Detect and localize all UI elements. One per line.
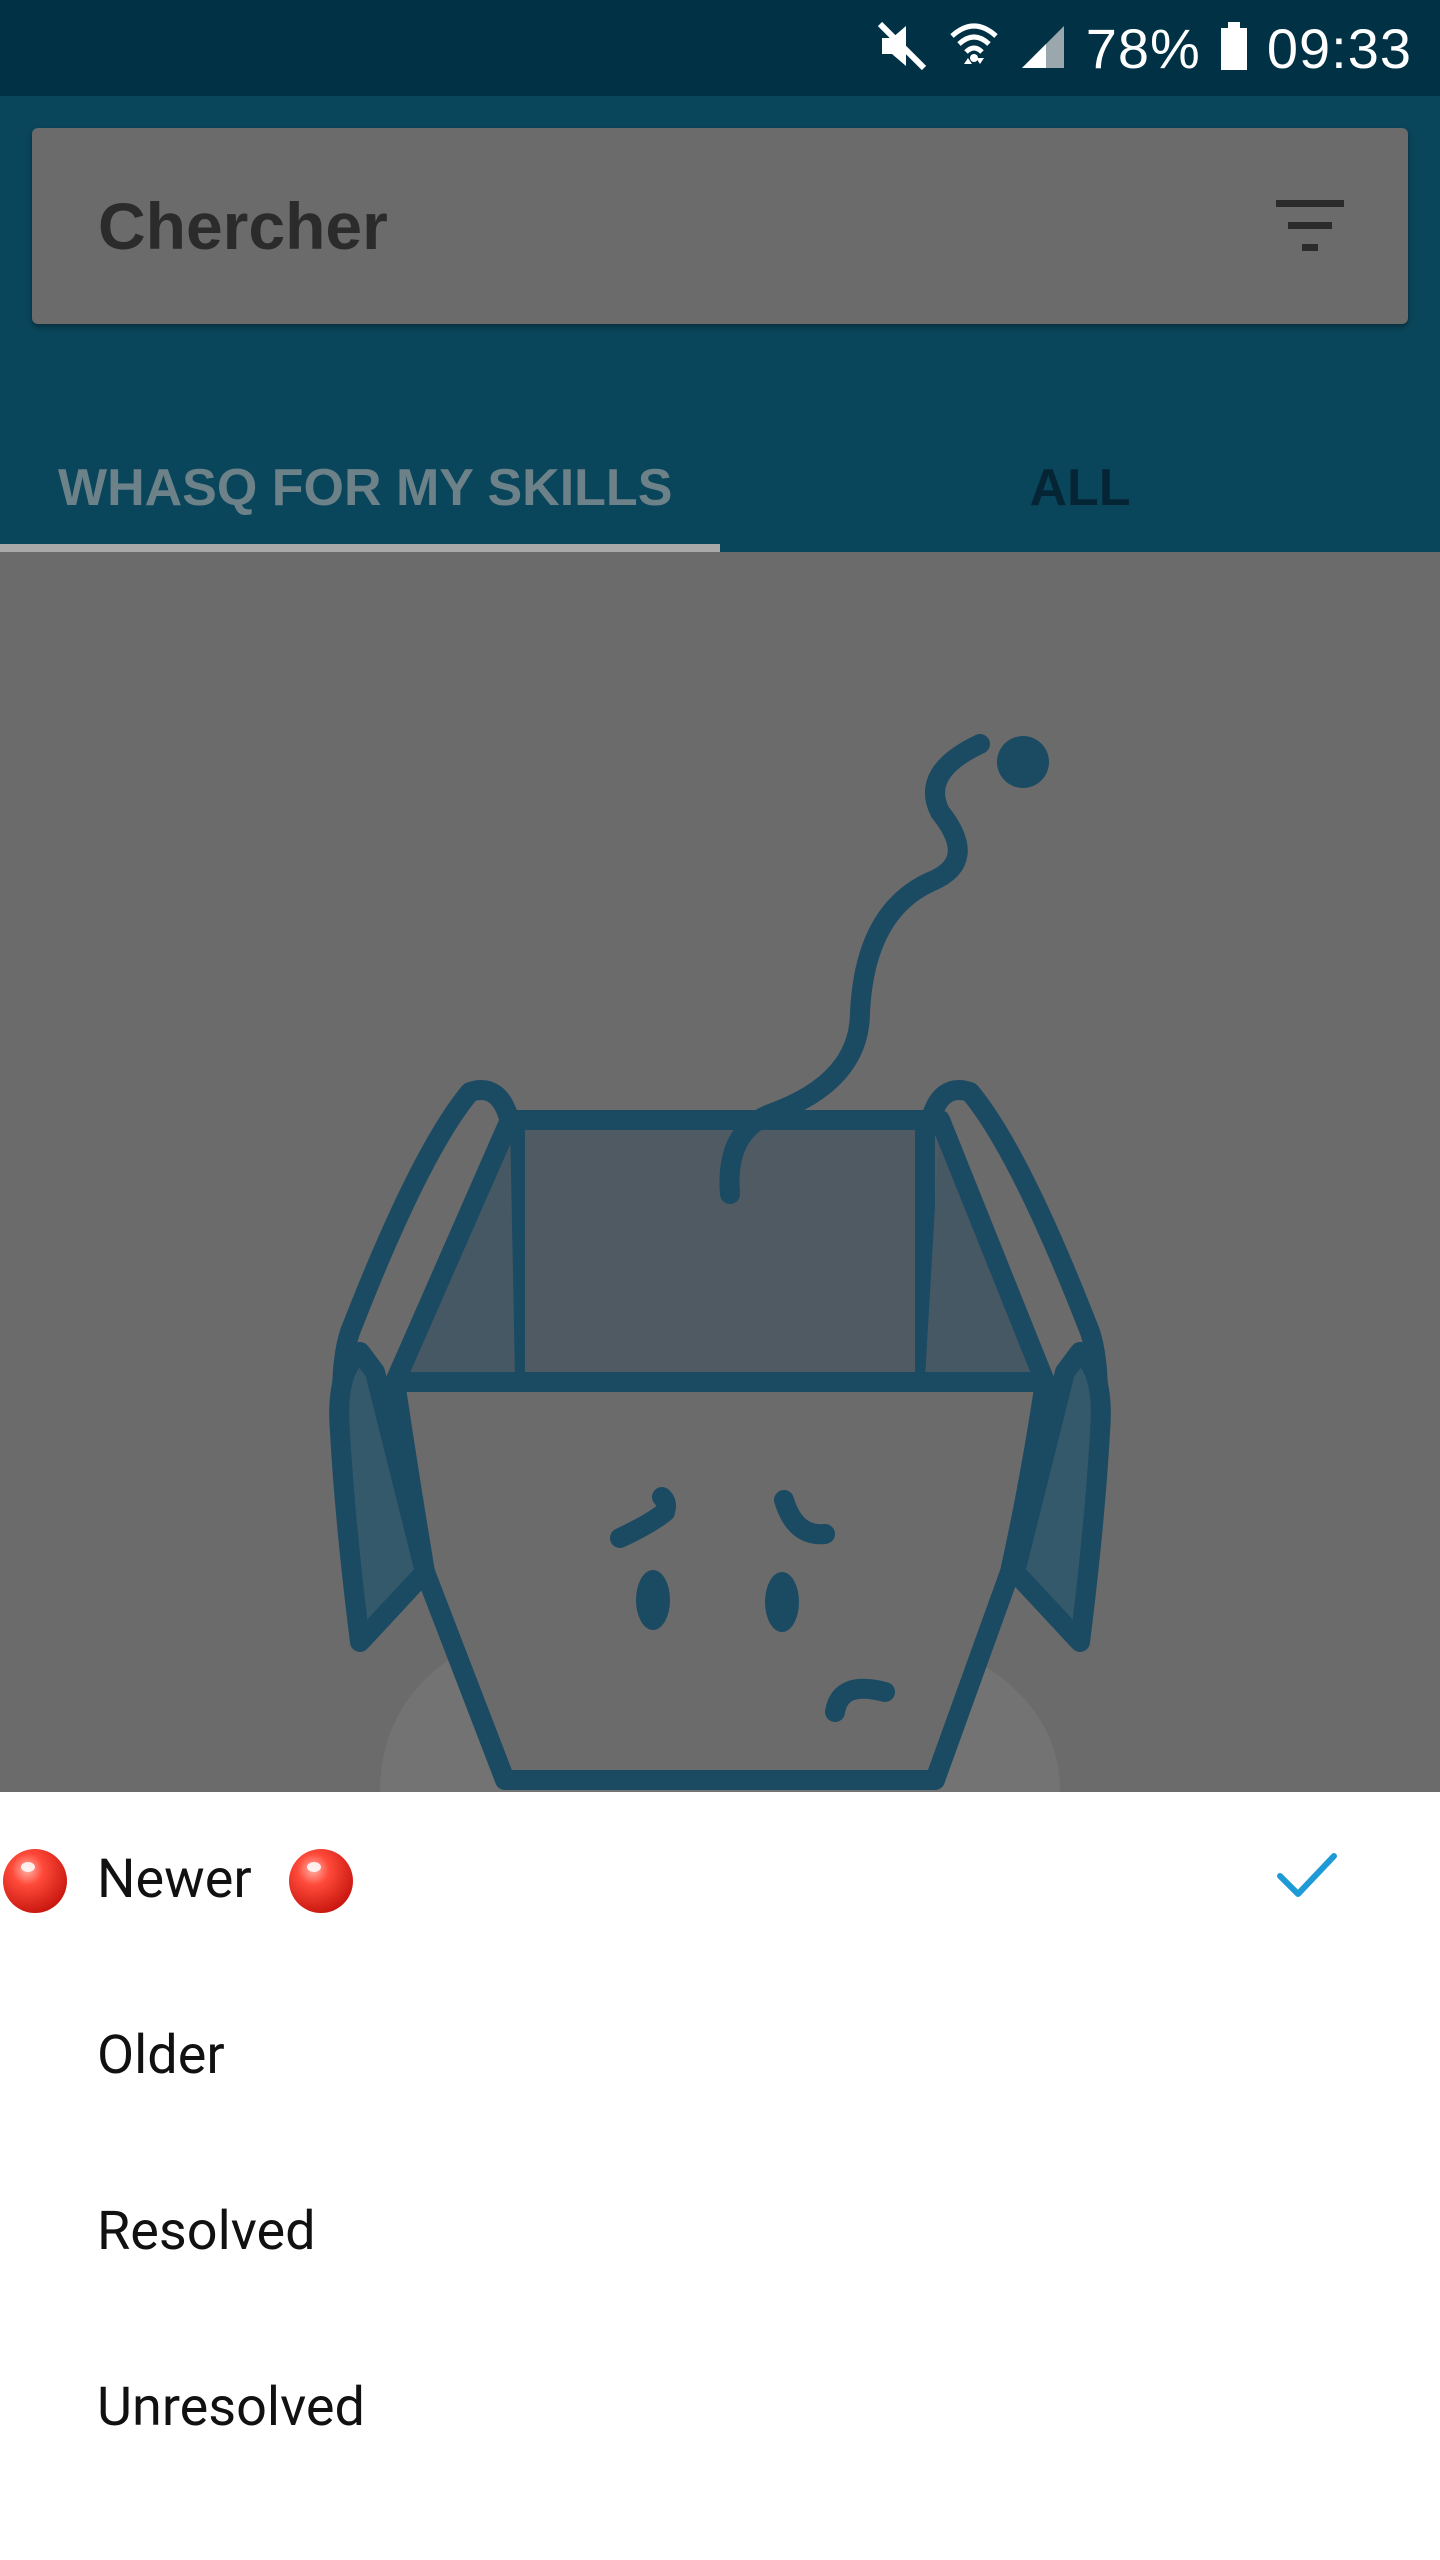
sort-option-label: Newer xyxy=(97,1848,252,1911)
sort-option-label: Resolved xyxy=(97,2200,316,2263)
filter-icon[interactable] xyxy=(1272,198,1348,254)
sort-bottom-sheet: Newer Older Resolved Unresolved xyxy=(0,1792,1440,2560)
battery-percent: 78% xyxy=(1085,16,1201,80)
wifi-icon xyxy=(948,18,1000,78)
search-input[interactable]: Chercher xyxy=(98,128,388,324)
tab-whasq-for-my-skills[interactable]: WHASQ FOR MY SKILLS xyxy=(0,424,720,552)
signal-icon xyxy=(1018,18,1068,78)
sort-option-resolved[interactable]: Resolved xyxy=(0,2144,1440,2320)
clock: 09:33 xyxy=(1266,16,1412,80)
sort-option-newer[interactable]: Newer xyxy=(0,1792,1440,1968)
status-icons: 78% 09:33 xyxy=(874,0,1412,96)
search-bar[interactable]: Chercher xyxy=(32,128,1408,324)
sort-option-unresolved[interactable]: Unresolved xyxy=(0,2320,1440,2496)
sort-option-label: Unresolved xyxy=(97,2376,365,2439)
sort-option-older[interactable]: Older xyxy=(0,1968,1440,2144)
red-dot-icon xyxy=(289,1849,353,1913)
sad-open-box-illustration xyxy=(329,734,1111,1792)
tab-indicator xyxy=(0,544,720,552)
red-dot-icon xyxy=(3,1849,67,1913)
status-bar: 78% 09:33 xyxy=(0,0,1440,96)
empty-state xyxy=(0,552,1440,1792)
tab-all[interactable]: ALL xyxy=(720,424,1440,552)
app-bar: Chercher WHASQ FOR MY SKILLS ALL xyxy=(0,96,1440,552)
check-icon xyxy=(1277,1853,1337,1897)
battery-icon xyxy=(1219,18,1249,78)
sort-option-label: Older xyxy=(97,2024,225,2087)
mute-icon xyxy=(874,18,930,78)
tab-bar: WHASQ FOR MY SKILLS ALL xyxy=(0,424,1440,552)
